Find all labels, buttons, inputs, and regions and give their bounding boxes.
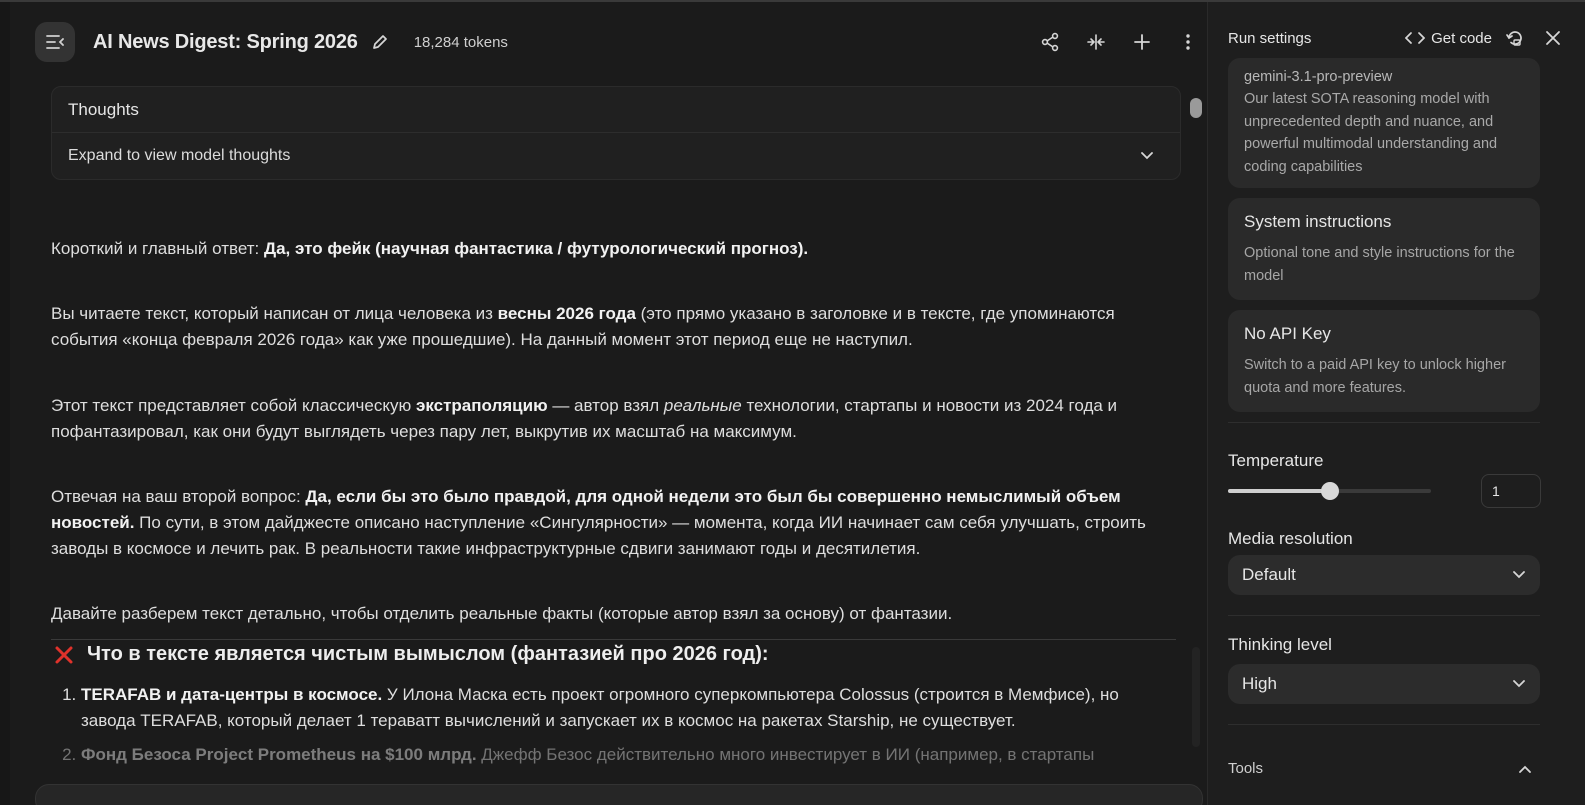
system-instructions-title: System instructions <box>1244 212 1392 231</box>
run-settings-header: Run settings Get code <box>1228 22 1568 54</box>
token-count: 18,284 tokens <box>413 33 508 51</box>
system-instructions-card[interactable]: System instructions Optional tone and st… <box>1228 198 1540 300</box>
text-span: По сути, в этом дайджесте описано наступ… <box>51 513 1146 558</box>
toggle-sidebar-button[interactable] <box>35 22 75 62</box>
menu-collapse-icon <box>46 35 64 49</box>
text-span: Короткий и главный ответ: <box>51 239 264 258</box>
response-paragraph: Вы читаете текст, который написан от лиц… <box>51 301 1176 353</box>
more-vert-icon <box>1186 34 1190 50</box>
tools-label: Tools <box>1228 760 1264 777</box>
expand-thoughts-toggle[interactable]: Expand to view model thoughts <box>52 133 1180 179</box>
media-resolution-value: Default <box>1242 565 1296 584</box>
bold-text: Да, это фейк (научная фантастика / футур… <box>263 239 809 258</box>
model-description: Our latest SOTA reasoning model with unp… <box>1244 91 1498 175</box>
thinking-level-select[interactable]: High <box>1228 664 1540 704</box>
temperature-slider-thumb[interactable] <box>1320 482 1339 500</box>
response-paragraph: Этот текст представляет собой классическ… <box>51 393 1176 445</box>
pencil-icon <box>372 35 387 49</box>
close-icon <box>1546 31 1560 45</box>
response-paragraph: Короткий и главный ответ: Да, это фейк (… <box>51 236 1176 262</box>
system-instructions-desc: Optional tone and style instructions for… <box>1244 245 1515 284</box>
code-icon <box>1405 32 1426 44</box>
scrollbar-track[interactable] <box>1192 647 1200 747</box>
text-span: Вы читаете текст, который написан от лиц… <box>51 304 498 323</box>
bold-text: Фонд Безоса Project Prometheus на $100 м… <box>81 745 477 764</box>
scrollbar-thumb[interactable] <box>1190 98 1202 118</box>
run-settings-title: Run settings <box>1228 29 1312 47</box>
model-id: gemini-3.1-pro-preview <box>1244 69 1393 85</box>
share-icon <box>1041 32 1059 52</box>
italic-text: реальные <box>663 396 742 415</box>
bold-text: TERAFAB и дата-центры в космосе. <box>81 685 383 704</box>
list-item: Фонд Безоса Project Prometheus на $100 м… <box>81 742 1176 768</box>
compare-button[interactable] <box>1077 23 1115 61</box>
run-settings-panel: Run settings Get code gemini-3.1-pro-pre… <box>1207 2 1585 805</box>
chevron-down-icon <box>1513 571 1525 579</box>
new-chat-button[interactable] <box>1123 23 1161 61</box>
chat-main-area: AI News Digest: Spring 2026 18,284 token… <box>0 2 1220 805</box>
plus-icon <box>1134 34 1150 50</box>
compare-arrows-icon <box>1087 34 1105 50</box>
media-resolution-label: Media resolution <box>1228 529 1353 548</box>
section-heading-text: Что в тексте является чистым вымыслом (ф… <box>87 643 769 665</box>
prompt-title[interactable]: AI News Digest: Spring 2026 <box>93 31 358 54</box>
api-key-card[interactable]: No API Key Switch to a paid API key to u… <box>1228 310 1540 412</box>
text-span: Отвечая на ваш второй вопрос: <box>51 487 306 506</box>
temperature-label: Temperature <box>1228 451 1324 470</box>
close-panel-button[interactable] <box>1538 23 1568 53</box>
more-options-button[interactable] <box>1169 23 1207 61</box>
edit-title-button[interactable] <box>370 32 390 52</box>
text-span: Этот текст представляет собой классическ… <box>51 396 416 415</box>
expand-thoughts-label: Expand to view model thoughts <box>68 147 291 164</box>
response-paragraph: Отвечая на ваш второй вопрос: Да, если б… <box>51 484 1176 562</box>
get-code-label: Get code <box>1431 29 1492 47</box>
text-span: Джефф Безос действительно много инвестир… <box>476 745 1095 764</box>
fiction-list: TERAFAB и дата-центры в космосе. У Илона… <box>51 682 1176 768</box>
chat-header: AI News Digest: Spring 2026 18,284 token… <box>35 20 1205 64</box>
list-item: TERAFAB и дата-центры в космосе. У Илона… <box>81 682 1176 734</box>
tools-section-toggle[interactable]: Tools <box>1228 760 1540 777</box>
thoughts-title: Thoughts <box>52 87 1180 133</box>
thinking-level-label: Thinking level <box>1228 635 1332 654</box>
bold-text: весны 2026 года <box>497 304 636 323</box>
bold-text: экстраполяцию <box>415 396 548 415</box>
text-span: — автор взял <box>547 396 664 415</box>
response-paragraph: Давайте разберем текст детально, чтобы о… <box>51 604 953 623</box>
chevron-up-icon <box>1519 765 1531 773</box>
api-key-desc: Switch to a paid API key to unlock highe… <box>1244 357 1506 396</box>
header-actions <box>1031 23 1207 61</box>
temperature-input[interactable]: 1 <box>1481 474 1541 508</box>
temperature-slider-fill <box>1228 489 1330 493</box>
media-resolution-select[interactable]: Default <box>1228 555 1540 595</box>
chevron-down-icon <box>1141 152 1153 160</box>
divider <box>1228 615 1540 616</box>
reset-icon <box>1506 31 1522 46</box>
prompt-input-bar[interactable] <box>35 784 1203 805</box>
section-heading: Что в тексте является чистым вымыслом (ф… <box>51 640 1191 668</box>
chevron-down-icon <box>1513 680 1525 688</box>
thinking-level-value: High <box>1242 674 1277 693</box>
model-selector-card[interactable]: gemini-3.1-pro-preview Our latest SOTA r… <box>1228 58 1540 188</box>
get-code-button[interactable]: Get code <box>1405 30 1492 47</box>
cross-mark-icon <box>55 646 73 663</box>
chat-content: Thoughts Expand to view model thoughts К… <box>51 86 1191 802</box>
divider <box>1228 724 1540 725</box>
divider <box>1228 422 1540 423</box>
share-button[interactable] <box>1031 23 1069 61</box>
api-key-title: No API Key <box>1244 324 1331 343</box>
reset-settings-button[interactable] <box>1500 23 1530 53</box>
thoughts-panel: Thoughts Expand to view model thoughts <box>51 86 1181 180</box>
